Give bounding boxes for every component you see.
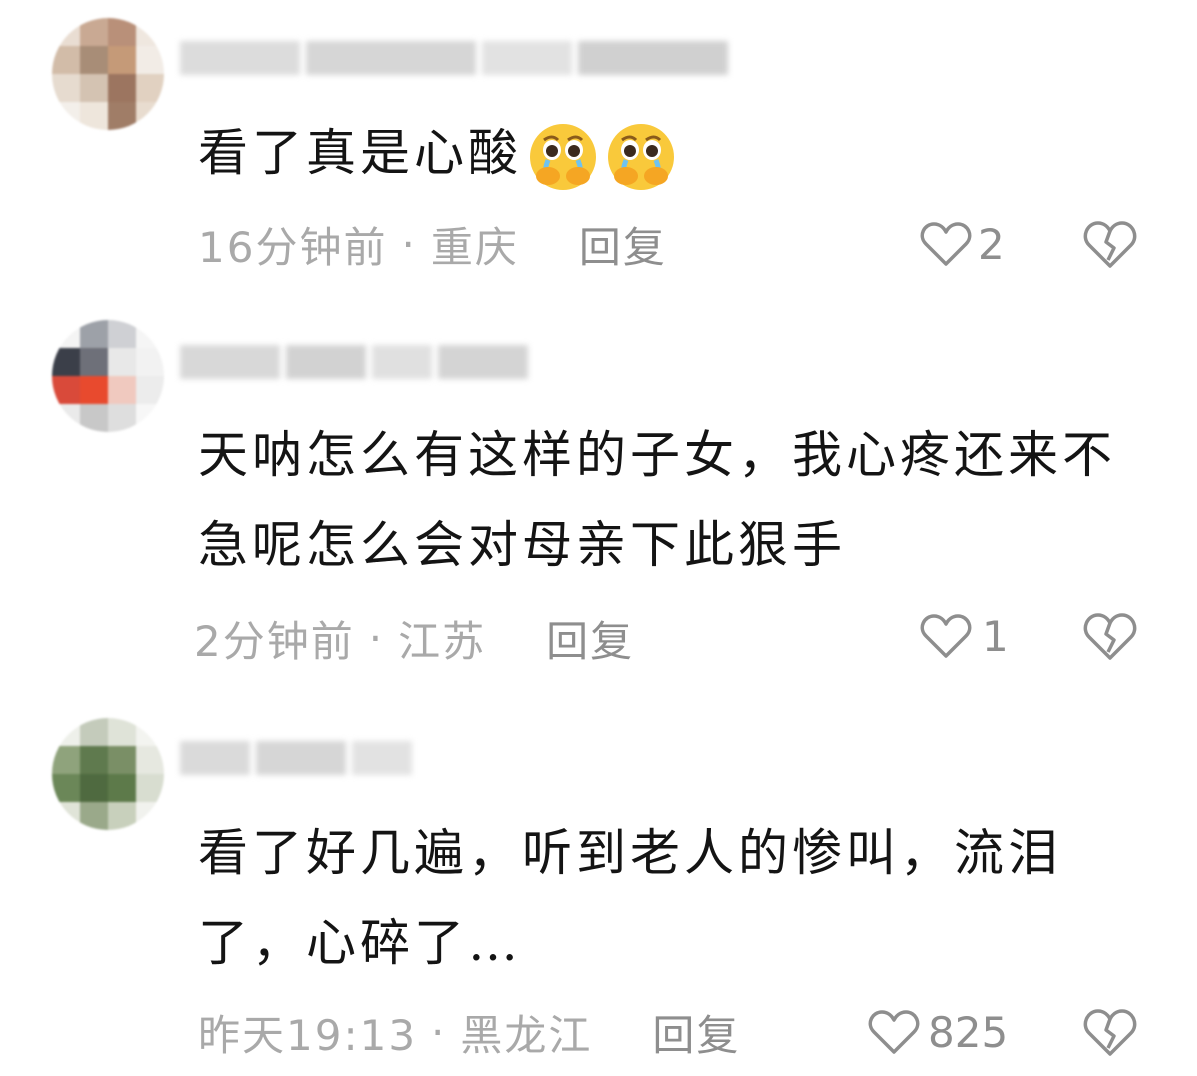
heart-outline-icon <box>868 1010 920 1054</box>
separator-dot: · <box>368 613 385 663</box>
dislike-button[interactable] <box>1082 1004 1138 1060</box>
comment-time: 2分钟前 <box>194 616 355 666</box>
username-blurred[interactable] <box>180 738 412 778</box>
comment-meta: 昨天19:13 · 黑龙江 回复 <box>198 1002 740 1062</box>
separator-dot: · <box>401 219 417 269</box>
like-button[interactable]: 1 <box>920 606 1009 666</box>
separator-dot: · <box>431 1007 447 1057</box>
comment-time: 16分钟前 <box>198 222 388 272</box>
comment-time: 昨天19:13 <box>198 1010 418 1060</box>
comment-text: 看了好几遍，听到老人的惨叫，流泪了，心碎了… <box>198 824 1062 972</box>
avatar[interactable] <box>52 18 164 130</box>
comment-text-content: 看了真是心酸 <box>198 124 522 182</box>
comment-meta: 2分钟前 · 江苏 回复 <box>194 608 634 668</box>
avatar[interactable] <box>52 718 164 830</box>
comment-text: 天呐怎么有这样的子女，我心疼还来不急呢怎么会对母亲下此狠手 <box>198 426 1116 574</box>
heart-outline-icon <box>920 222 972 266</box>
username-blurred[interactable] <box>180 342 528 382</box>
avatar[interactable] <box>52 320 164 432</box>
crying-face-emoji <box>604 122 678 192</box>
reply-button[interactable]: 回复 <box>579 214 667 275</box>
crying-face-emoji <box>526 122 600 192</box>
comment-location: 江苏 <box>398 616 487 666</box>
comment-meta: 16分钟前 · 重庆 回复 <box>198 214 667 274</box>
reply-button[interactable]: 回复 <box>652 1002 740 1063</box>
broken-heart-icon <box>1083 613 1137 660</box>
broken-heart-icon <box>1083 221 1137 268</box>
comment-location: 重庆 <box>430 222 519 272</box>
like-button[interactable]: 825 <box>868 1002 1008 1062</box>
dislike-button[interactable] <box>1082 608 1138 664</box>
comment-text: 看了真是心酸 <box>198 108 1139 198</box>
comment-location: 黑龙江 <box>460 1010 593 1060</box>
dislike-button[interactable] <box>1082 216 1138 272</box>
heart-outline-icon <box>920 614 972 658</box>
username-blurred[interactable] <box>180 38 728 78</box>
reply-button[interactable]: 回复 <box>546 608 634 669</box>
broken-heart-icon <box>1083 1009 1137 1056</box>
like-count: 1 <box>982 611 1009 661</box>
like-count: 825 <box>928 1007 1009 1057</box>
like-button[interactable]: 2 <box>920 214 1005 274</box>
like-count: 2 <box>978 219 1005 269</box>
